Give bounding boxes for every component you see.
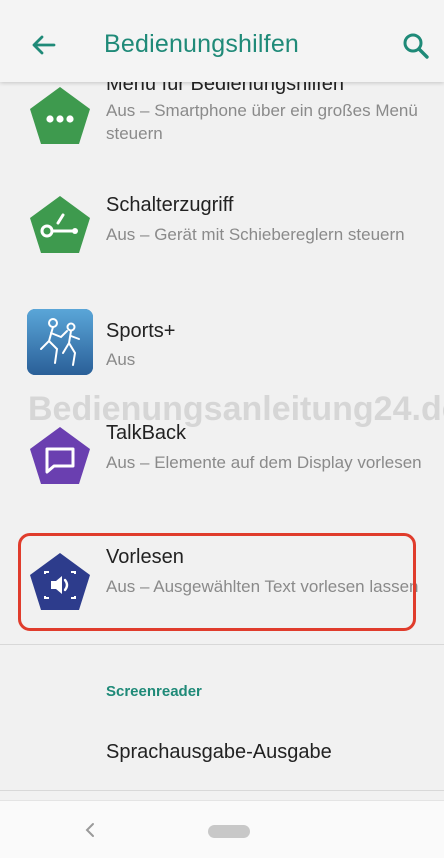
section-header-screenreader: Screenreader <box>106 683 202 700</box>
arrow-left-icon[interactable] <box>28 30 58 60</box>
list-item-summary: Aus – Elemente auf dem Display vorlesen <box>106 453 422 472</box>
nav-back-icon[interactable] <box>80 820 100 840</box>
list-item-summary: Aus – Smartphone über ein großes Menü st… <box>106 101 418 143</box>
list-item-summary: Aus <box>106 350 136 369</box>
app-bar: Bedienungshilfen <box>0 0 444 82</box>
divider <box>0 790 444 791</box>
system-nav-bar <box>0 800 444 858</box>
switch-access-icon <box>30 196 90 253</box>
list-item-title: Schalterzugriff <box>106 194 234 216</box>
divider <box>0 644 444 645</box>
page-title: Bedienungshilfen <box>104 30 300 58</box>
list-item-accessibility-menu[interactable]: Menü für Bedienungshilfen Aus – Smartpho… <box>0 73 444 168</box>
list-item-switch-access[interactable]: Schalterzugriff Aus – Gerät mit Schieber… <box>0 190 444 280</box>
list-item-summary: Aus – Gerät mit Schiebereglern steuern <box>106 225 405 244</box>
sports-app-icon <box>27 309 93 375</box>
list-item-sports-plus[interactable]: Sports+ Aus <box>0 308 444 378</box>
highlight-frame <box>18 533 416 631</box>
search-icon[interactable] <box>402 32 430 60</box>
list-item-title: TalkBack <box>106 422 187 444</box>
list-item-tts-output[interactable]: Sprachausgabe-Ausgabe <box>106 741 332 764</box>
home-pill-button[interactable] <box>208 825 250 838</box>
list-item-title: Sports+ <box>106 320 176 342</box>
talkback-icon <box>30 427 90 484</box>
list-item-talkback[interactable]: TalkBack Aus – Elemente auf dem Display … <box>0 418 444 508</box>
more-dots-icon <box>30 87 90 144</box>
settings-screen: Menü für Bedienungshilfen Aus – Smartpho… <box>0 0 444 858</box>
